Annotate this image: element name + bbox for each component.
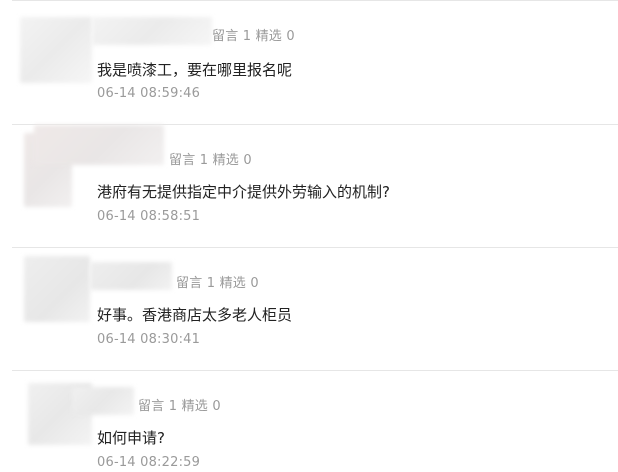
pick-label: 精选 [219, 276, 246, 291]
avatar[interactable] [24, 256, 90, 322]
pick-count: 0 [286, 29, 295, 44]
reply-count: 1 [206, 276, 216, 291]
pick-count: 0 [243, 153, 252, 168]
pick-label: 精选 [181, 399, 208, 414]
reply-label: 留言 [176, 276, 203, 291]
pick-label: 精选 [255, 29, 282, 44]
comment-stats: 留言 1 精选 0 [169, 149, 252, 168]
comment-item: 留言 1 精选 0 好事。香港商店太多老人柜员 06-14 08:30:41 [12, 247, 618, 371]
reply-count: 1 [199, 153, 209, 168]
comment-item: 留言 1 精选 0 如何申请? 06-14 08:22:59 [12, 370, 618, 472]
comment-item: 留言 1 精选 0 港府有无提供指定中介提供外劳输入的机制? 06-14 08:… [12, 124, 618, 248]
comment-text: 如何申请? [97, 429, 165, 447]
reply-label: 留言 [169, 153, 196, 168]
pick-label: 精选 [212, 153, 239, 168]
comment-item: 留言 1 精选 0 我是喷漆工，要在哪里报名呢 06-14 08:59:46 [12, 0, 618, 125]
comment-text: 好事。香港商店太多老人柜员 [97, 306, 293, 324]
username-blurred[interactable] [90, 262, 172, 290]
comment-timestamp: 06-14 08:59:46 [97, 86, 201, 101]
comment-timestamp: 06-14 08:22:59 [97, 455, 201, 470]
reply-count: 1 [168, 399, 178, 414]
comment-stats: 留言 1 精选 0 [138, 395, 221, 414]
comment-stats: 留言 1 精选 0 [176, 272, 259, 291]
comment-list: 留言 1 精选 0 我是喷漆工，要在哪里报名呢 06-14 08:59:46 留… [0, 0, 618, 472]
comment-timestamp: 06-14 08:58:51 [97, 209, 201, 224]
comment-stats: 留言 1 精选 0 [212, 25, 295, 44]
pick-count: 0 [212, 399, 221, 414]
username-blurred[interactable] [72, 387, 134, 415]
reply-label: 留言 [212, 29, 239, 44]
username-blurred[interactable] [34, 125, 164, 165]
comment-text: 我是喷漆工，要在哪里报名呢 [97, 61, 293, 79]
comment-timestamp: 06-14 08:30:41 [97, 332, 201, 347]
username-blurred[interactable] [92, 17, 212, 45]
reply-label: 留言 [138, 399, 165, 414]
avatar[interactable] [20, 17, 92, 83]
pick-count: 0 [250, 276, 259, 291]
reply-count: 1 [242, 29, 252, 44]
comment-text: 港府有无提供指定中介提供外劳输入的机制? [97, 183, 390, 201]
